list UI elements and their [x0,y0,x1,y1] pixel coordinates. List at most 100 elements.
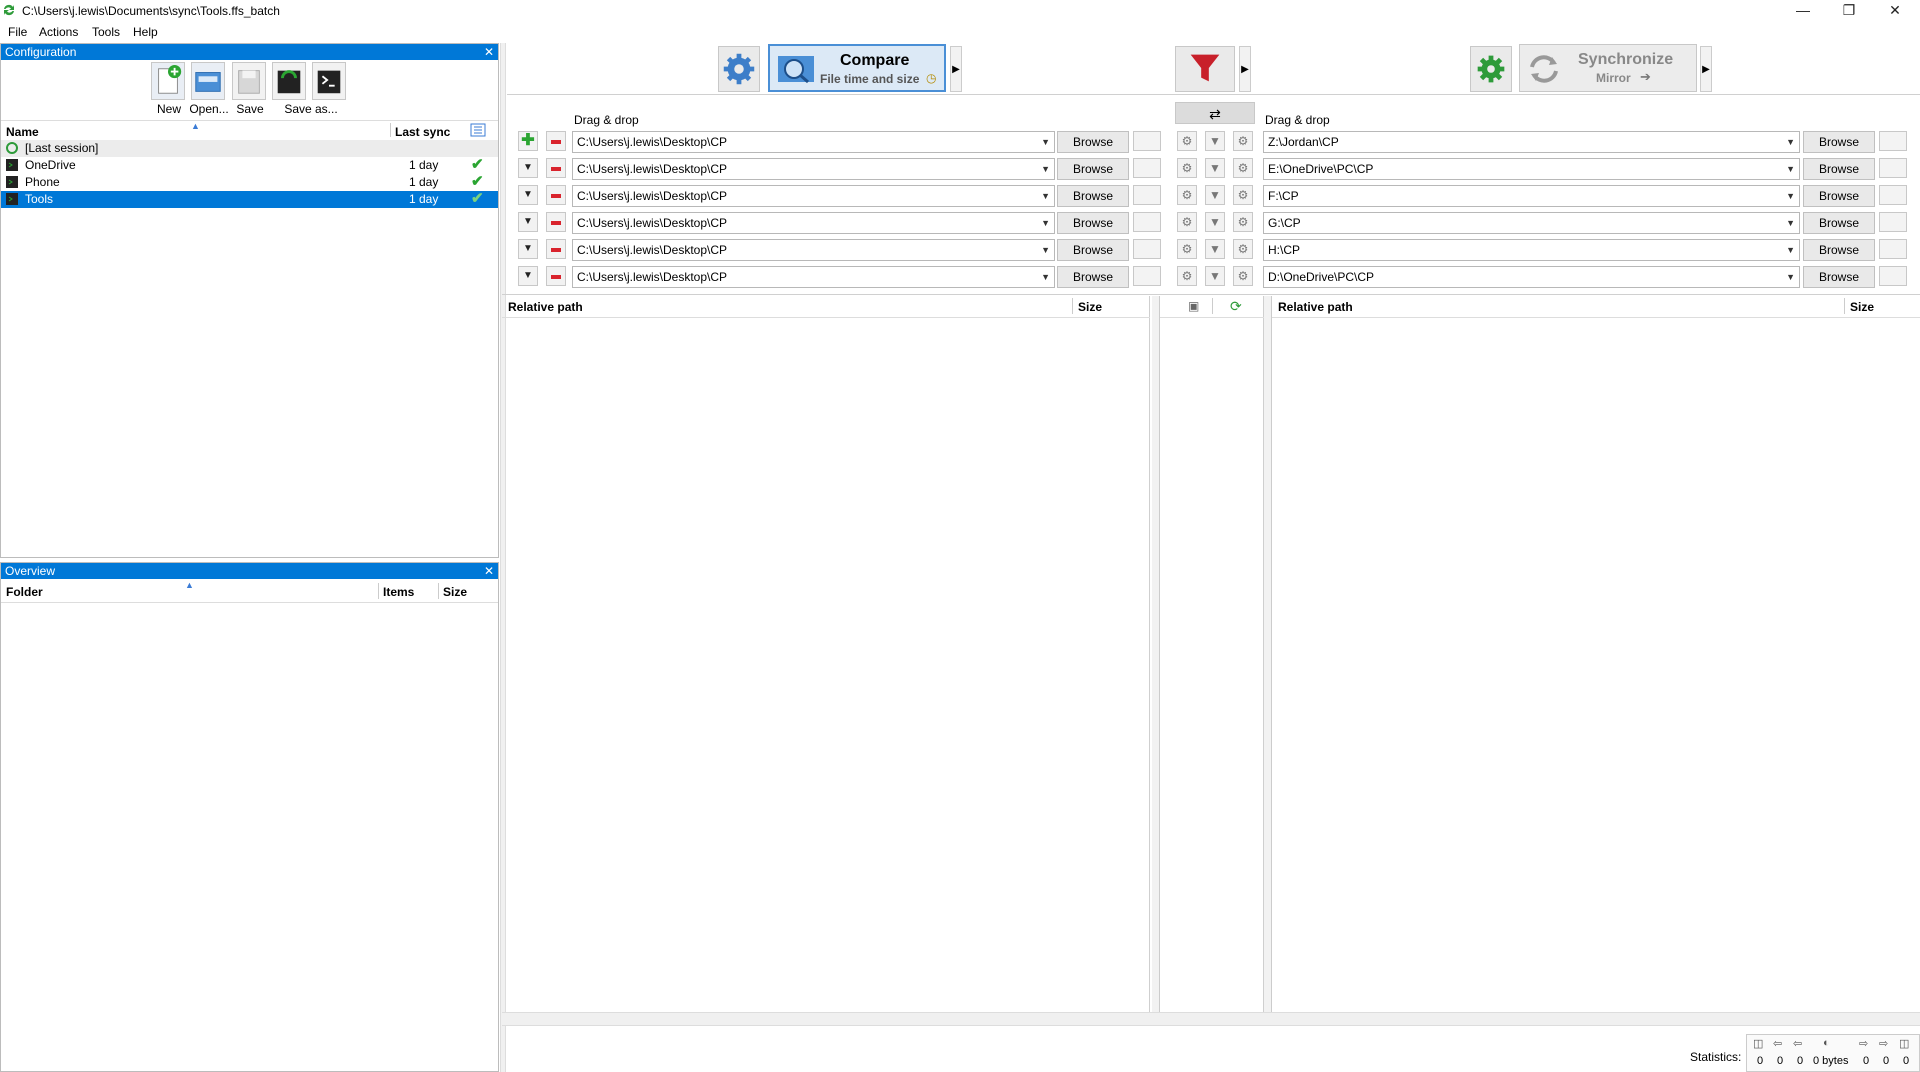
left-column-size[interactable]: Size [1078,300,1102,314]
left-browse-button[interactable]: Browse [1057,212,1129,234]
pair-menu-button[interactable]: ▼ [518,212,538,232]
sync-dropdown-arrow[interactable]: ▶ [1700,46,1712,92]
right-column-relative-path[interactable]: Relative path [1278,300,1353,314]
column-size[interactable]: Size [443,585,467,599]
cloud-icon[interactable] [1879,131,1907,151]
cloud-icon[interactable] [1133,239,1161,259]
left-folder-input[interactable]: C:\Users\j.lewis\Desktop\CP ▼ [572,131,1055,153]
list-item[interactable]: Phone 1 day ✔ [1,173,498,191]
remove-pair-button[interactable] [546,239,566,259]
camera-icon[interactable]: ▣ [1188,299,1199,313]
left-folder-input[interactable]: C:\Users\j.lewis\Desktop\CP ▼ [572,158,1055,180]
left-folder-input[interactable]: C:\Users\j.lewis\Desktop\CP ▼ [572,185,1055,207]
right-column-size[interactable]: Size [1850,300,1874,314]
sort-ascending-icon[interactable]: ▲ [191,121,200,131]
cloud-icon[interactable] [1879,185,1907,205]
grid-splitter[interactable] [1264,296,1272,1012]
open-config-button[interactable] [191,62,225,100]
chevron-down-icon[interactable]: ▼ [1041,186,1050,206]
chevron-down-icon[interactable]: ▼ [1786,213,1795,233]
minimize-button[interactable]: — [1780,0,1826,20]
right-folder-input[interactable]: D:\OneDrive\PC\CP ▼ [1263,266,1800,288]
right-browse-button[interactable]: Browse [1803,158,1875,180]
save-as-shell-button[interactable] [312,62,346,100]
compare-settings-pair-button[interactable]: ⚙ [1177,131,1197,151]
left-column-relative-path[interactable]: Relative path [508,300,583,314]
chevron-down-icon[interactable]: ▼ [1786,186,1795,206]
close-icon[interactable]: ✕ [484,563,494,579]
add-pair-button[interactable]: ✚ [518,131,538,151]
chevron-down-icon[interactable]: ▼ [1041,213,1050,233]
right-browse-button[interactable]: Browse [1803,131,1875,153]
filter-dropdown-arrow[interactable]: ▶ [1239,46,1251,92]
right-browse-button[interactable]: Browse [1803,266,1875,288]
sync-settings-pair-button[interactable]: ⚙ [1233,131,1253,151]
grid-splitter[interactable] [1152,296,1160,1012]
compare-settings-pair-button[interactable]: ⚙ [1177,212,1197,232]
column-name[interactable]: Name [6,125,39,139]
cloud-icon[interactable] [1133,131,1161,151]
compare-settings-pair-button[interactable]: ⚙ [1177,158,1197,178]
pair-menu-button[interactable]: ▼ [518,158,538,178]
sync-settings-button[interactable] [1470,46,1512,92]
left-folder-input[interactable]: C:\Users\j.lewis\Desktop\CP ▼ [572,239,1055,261]
menu-tools[interactable]: Tools [92,25,120,39]
cloud-icon[interactable] [1879,266,1907,286]
cloud-icon[interactable] [1133,266,1161,286]
chevron-down-icon[interactable]: ▼ [1041,267,1050,287]
left-browse-button[interactable]: Browse [1057,266,1129,288]
chevron-down-icon[interactable]: ▼ [1041,240,1050,260]
column-items[interactable]: Items [383,585,414,599]
remove-pair-button[interactable] [546,266,566,286]
synchronize-button[interactable]: Synchronize Mirror ➔ [1519,44,1697,92]
left-browse-button[interactable]: Browse [1057,239,1129,261]
remove-pair-button[interactable] [546,212,566,232]
sync-settings-pair-button[interactable]: ⚙ [1233,266,1253,286]
cloud-icon[interactable] [1879,239,1907,259]
cloud-icon[interactable] [1133,185,1161,205]
sort-ascending-icon[interactable]: ▲ [185,580,194,590]
filter-pair-button[interactable]: ▼ [1205,266,1225,286]
cloud-icon[interactable] [1133,158,1161,178]
middle-action-grid[interactable]: ▣ ⟳ [1160,296,1264,1012]
swap-sides-button[interactable]: ⇄ [1175,102,1255,124]
filter-pair-button[interactable]: ▼ [1205,212,1225,232]
left-folder-input[interactable]: C:\Users\j.lewis\Desktop\CP ▼ [572,212,1055,234]
remove-pair-button[interactable] [546,185,566,205]
new-config-button[interactable] [151,62,185,100]
sync-settings-pair-button[interactable]: ⚙ [1233,185,1253,205]
sync-settings-pair-button[interactable]: ⚙ [1233,212,1253,232]
left-browse-button[interactable]: Browse [1057,185,1129,207]
chevron-down-icon[interactable]: ▼ [1041,159,1050,179]
column-settings-icon[interactable] [470,123,486,137]
chevron-down-icon[interactable]: ▼ [1041,132,1050,152]
column-folder[interactable]: Folder [6,585,43,599]
compare-settings-pair-button[interactable]: ⚙ [1177,185,1197,205]
sync-direction-icon[interactable]: ⟳ [1230,298,1242,315]
sync-settings-pair-button[interactable]: ⚙ [1233,158,1253,178]
compare-settings-pair-button[interactable]: ⚙ [1177,266,1197,286]
menu-help[interactable]: Help [133,25,158,39]
menu-actions[interactable]: Actions [39,25,78,39]
right-browse-button[interactable]: Browse [1803,185,1875,207]
chevron-down-icon[interactable]: ▼ [1786,267,1795,287]
filter-pair-button[interactable]: ▼ [1205,239,1225,259]
sync-settings-pair-button[interactable]: ⚙ [1233,239,1253,259]
list-item-selected[interactable]: Tools 1 day ✔ [1,190,498,208]
chevron-down-icon[interactable]: ▼ [1786,132,1795,152]
save-config-button[interactable] [232,62,266,100]
remove-pair-button[interactable] [546,131,566,151]
filter-pair-button[interactable]: ▼ [1205,158,1225,178]
left-browse-button[interactable]: Browse [1057,131,1129,153]
right-folder-input[interactable]: H:\CP ▼ [1263,239,1800,261]
cloud-icon[interactable] [1879,212,1907,232]
right-folder-input[interactable]: E:\OneDrive\PC\CP ▼ [1263,158,1800,180]
close-button[interactable]: ✕ [1872,0,1918,20]
compare-button[interactable]: Compare File time and size ◷ [768,44,946,92]
left-browse-button[interactable]: Browse [1057,158,1129,180]
pair-menu-button[interactable]: ▼ [518,185,538,205]
chevron-down-icon[interactable]: ▼ [1786,240,1795,260]
left-folder-input[interactable]: C:\Users\j.lewis\Desktop\CP ▼ [572,266,1055,288]
left-file-grid[interactable]: Relative path Size [502,296,1150,1012]
restore-button[interactable]: ❐ [1826,0,1872,20]
